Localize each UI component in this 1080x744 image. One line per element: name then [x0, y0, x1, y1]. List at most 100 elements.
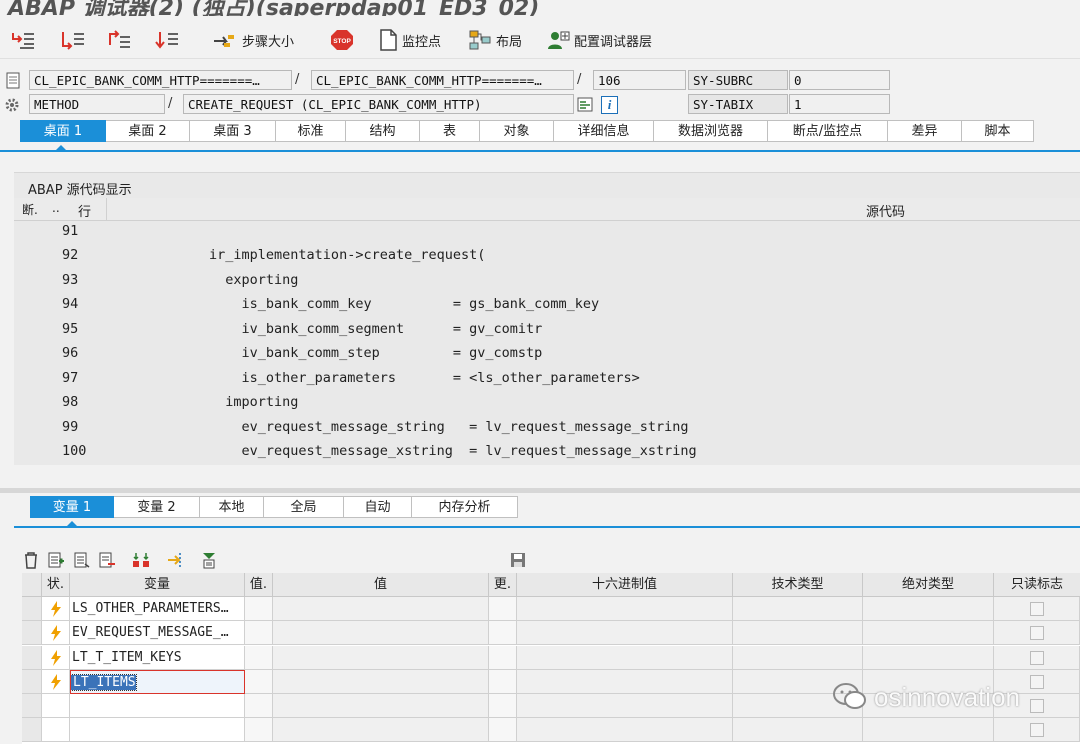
- copy-row-icon[interactable]: [73, 551, 91, 569]
- table-cell[interactable]: [245, 670, 273, 694]
- info-icon[interactable]: i: [601, 96, 618, 114]
- tab-diff[interactable]: 差异: [888, 120, 962, 142]
- col-status[interactable]: 状.: [42, 573, 70, 597]
- col-value-short[interactable]: 值.: [245, 573, 273, 597]
- table-cell[interactable]: [245, 646, 273, 670]
- table-cell[interactable]: [994, 597, 1080, 621]
- table-cell[interactable]: [42, 621, 70, 645]
- configure-debugger-layer-button[interactable]: 配置调试器层: [546, 28, 652, 52]
- table-cell[interactable]: [42, 646, 70, 670]
- code-line[interactable]: 92 ir_implementation->create_request(: [14, 243, 1080, 267]
- table-cell[interactable]: [994, 646, 1080, 670]
- tab-breakpoints-watchpoints[interactable]: 断点/监控点: [768, 120, 888, 142]
- transfer-icon[interactable]: [166, 551, 184, 569]
- table-cell[interactable]: [517, 597, 733, 621]
- tab-local[interactable]: 本地: [200, 496, 264, 518]
- table-cell[interactable]: [517, 621, 733, 645]
- sy-subrc-value[interactable]: 0: [789, 70, 890, 90]
- code-line[interactable]: 94 is_bank_comm_key = gs_bank_comm_key: [14, 292, 1080, 316]
- tab-desktop-1[interactable]: 桌面 1: [20, 120, 106, 142]
- table-cell[interactable]: [994, 718, 1080, 742]
- table-cell[interactable]: [517, 694, 733, 718]
- table-cell[interactable]: [733, 621, 863, 645]
- table-cell[interactable]: [863, 597, 994, 621]
- table-cell[interactable]: [489, 670, 517, 694]
- table-cell[interactable]: [863, 621, 994, 645]
- tab-global[interactable]: 全局: [264, 496, 344, 518]
- table-cell[interactable]: [863, 646, 994, 670]
- tab-variables-2[interactable]: 变量 2: [114, 496, 200, 518]
- single-step-button[interactable]: [10, 28, 36, 52]
- table-cell[interactable]: [42, 694, 70, 718]
- sy-tabix-value[interactable]: 1: [789, 94, 890, 114]
- tab-memory-analysis[interactable]: 内存分析: [412, 496, 518, 518]
- table-cell[interactable]: [42, 718, 70, 742]
- col-value[interactable]: 值: [273, 573, 489, 597]
- panel-splitter[interactable]: [0, 488, 1080, 493]
- save-icon[interactable]: [509, 551, 527, 569]
- table-cell[interactable]: [273, 621, 489, 645]
- code-line[interactable]: 97 is_other_parameters = <ls_other_param…: [14, 366, 1080, 390]
- table-cell[interactable]: [42, 670, 70, 694]
- tab-standard[interactable]: 标准: [276, 120, 346, 142]
- table-cell[interactable]: [22, 670, 42, 694]
- col-abs-type[interactable]: 绝对类型: [863, 573, 994, 597]
- table-cell[interactable]: [245, 694, 273, 718]
- table-cell[interactable]: [489, 694, 517, 718]
- code-line[interactable]: 100 ev_request_message_xstring = lv_requ…: [14, 439, 1080, 463]
- code-line[interactable]: 96 iv_bank_comm_step = gv_comstp: [14, 341, 1080, 365]
- table-cell[interactable]: [245, 718, 273, 742]
- table-cell[interactable]: [273, 694, 489, 718]
- readonly-checkbox[interactable]: [1030, 651, 1044, 665]
- stop-button[interactable]: STOP: [330, 28, 354, 52]
- col-readonly[interactable]: 只读标志: [994, 573, 1080, 597]
- table-cell[interactable]: [517, 646, 733, 670]
- col-hex-value[interactable]: 十六进制值: [517, 573, 733, 597]
- type-field[interactable]: METHOD: [29, 94, 165, 114]
- col-variable[interactable]: 变量: [70, 573, 245, 597]
- code-line[interactable]: 91: [14, 219, 1080, 243]
- program-field-1[interactable]: CL_EPIC_BANK_COMM_HTTP=======…: [29, 70, 292, 90]
- watchpoint-button[interactable]: 监控点: [378, 28, 441, 52]
- step-size-button[interactable]: 步骤大小: [212, 28, 294, 52]
- code-line[interactable]: 98 importing: [14, 390, 1080, 414]
- table-cell[interactable]: EV_REQUEST_MESSAGE_…: [70, 621, 245, 645]
- readonly-checkbox[interactable]: [1030, 723, 1044, 737]
- table-cell[interactable]: [22, 718, 42, 742]
- table-cell[interactable]: [489, 597, 517, 621]
- table-cell[interactable]: [863, 718, 994, 742]
- col-tech-type[interactable]: 技术类型: [733, 573, 863, 597]
- sort-icon[interactable]: [131, 551, 151, 569]
- table-cell[interactable]: [733, 646, 863, 670]
- readonly-checkbox[interactable]: [1030, 626, 1044, 640]
- table-cell[interactable]: [273, 646, 489, 670]
- table-cell[interactable]: [245, 597, 273, 621]
- table-cell[interactable]: [994, 621, 1080, 645]
- table-cell[interactable]: [22, 694, 42, 718]
- table-cell[interactable]: [42, 597, 70, 621]
- table-cell[interactable]: [733, 718, 863, 742]
- table-cell[interactable]: LT_T_ITEM_KEYS: [70, 646, 245, 670]
- tab-structure[interactable]: 结构: [346, 120, 420, 142]
- tab-object[interactable]: 对象: [480, 120, 554, 142]
- table-cell[interactable]: [22, 621, 42, 645]
- tab-table[interactable]: 表: [420, 120, 480, 142]
- program-field-2[interactable]: CL_EPIC_BANK_COMM_HTTP=======…: [311, 70, 574, 90]
- table-cell[interactable]: [517, 718, 733, 742]
- table-cell[interactable]: [273, 718, 489, 742]
- readonly-checkbox[interactable]: [1030, 602, 1044, 616]
- table-cell[interactable]: [517, 670, 733, 694]
- code-line[interactable]: 95 iv_bank_comm_segment = gv_comitr: [14, 317, 1080, 341]
- continue-button[interactable]: [154, 28, 180, 52]
- table-cell[interactable]: [489, 718, 517, 742]
- table-cell[interactable]: [489, 621, 517, 645]
- table-cell[interactable]: [273, 597, 489, 621]
- table-cell[interactable]: [733, 597, 863, 621]
- tab-auto[interactable]: 自动: [344, 496, 412, 518]
- structure-icon[interactable]: [577, 96, 595, 114]
- tab-details[interactable]: 详细信息: [554, 120, 654, 142]
- tab-data-explorer[interactable]: 数据浏览器: [654, 120, 768, 142]
- table-cell[interactable]: [70, 694, 245, 718]
- method-field[interactable]: CREATE_REQUEST (CL_EPIC_BANK_COMM_HTTP): [183, 94, 574, 114]
- table-cell[interactable]: [273, 670, 489, 694]
